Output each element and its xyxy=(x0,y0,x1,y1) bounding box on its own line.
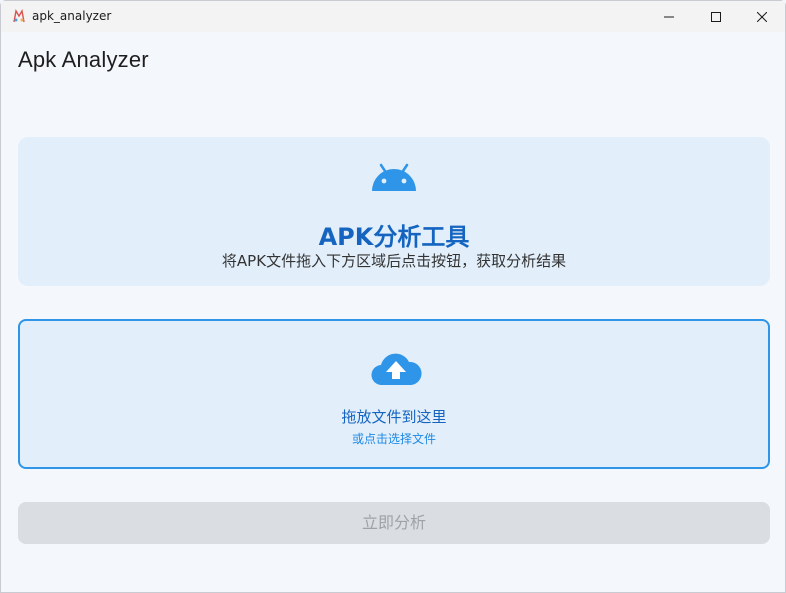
drop-zone-label: 拖放文件到这里 xyxy=(341,408,447,426)
title-bar[interactable]: apk_analyzer xyxy=(1,1,785,32)
file-drop-zone[interactable]: 拖放文件到这里 或点击选择文件 xyxy=(18,319,770,469)
maximize-icon xyxy=(711,11,721,22)
app-logo-icon xyxy=(13,9,25,23)
minimize-button[interactable] xyxy=(646,1,692,32)
close-icon xyxy=(757,11,767,22)
app-window: apk_analyzer Apk Analyzer APK分析工具 将APK文件… xyxy=(0,0,786,593)
hero-title: APK分析工具 xyxy=(318,223,470,251)
maximize-button[interactable] xyxy=(693,1,739,32)
window-title: apk_analyzer xyxy=(32,9,112,23)
analyze-button[interactable]: 立即分析 xyxy=(18,502,770,544)
intro-card: APK分析工具 将APK文件拖入下方区域后点击按钮，获取分析结果 xyxy=(18,137,770,286)
choose-file-link[interactable]: 或点击选择文件 xyxy=(20,430,768,447)
minimize-icon xyxy=(664,16,674,17)
cloud-upload-icon xyxy=(371,353,422,386)
page-title: Apk Analyzer xyxy=(18,47,149,72)
close-button[interactable] xyxy=(739,1,785,32)
hero-subtitle: 将APK文件拖入下方区域后点击按钮，获取分析结果 xyxy=(221,252,567,270)
android-icon xyxy=(372,163,416,191)
